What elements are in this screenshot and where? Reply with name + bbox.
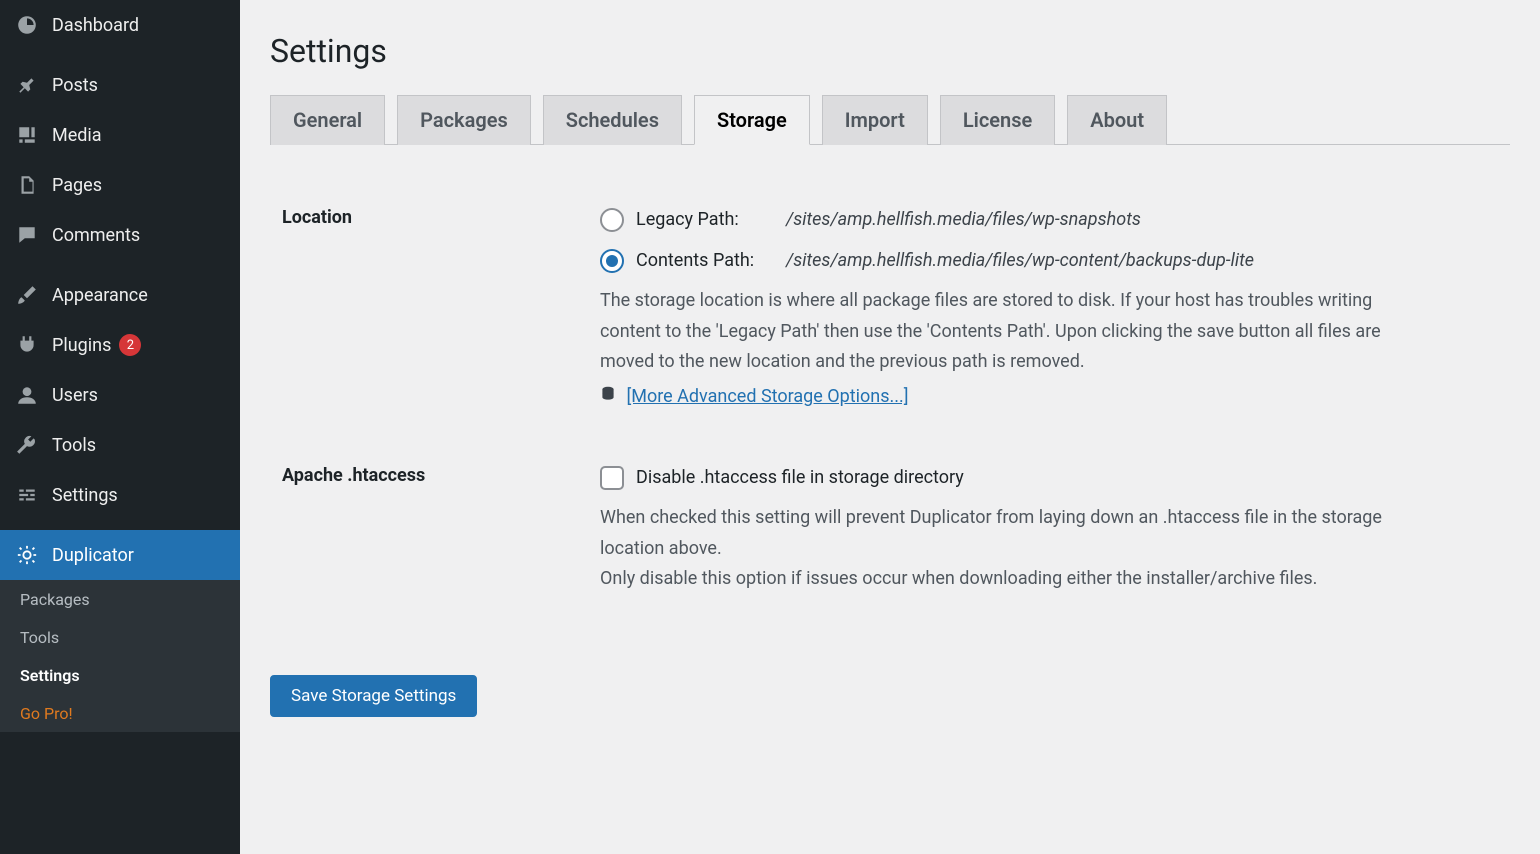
tab-general[interactable]: General [270, 95, 385, 145]
plugin-icon [14, 332, 40, 358]
sidebar-label: Dashboard [52, 15, 139, 36]
sidebar-label: Plugins [52, 335, 111, 356]
location-label: Location [270, 205, 600, 228]
sidebar-item-pages[interactable]: Pages [0, 160, 240, 210]
sidebar-item-dashboard[interactable]: Dashboard [0, 0, 240, 50]
contents-path-value: /sites/amp.hellfish.media/files/wp-conte… [786, 246, 1254, 277]
dashboard-icon [14, 12, 40, 38]
sidebar-item-plugins[interactable]: Plugins 2 [0, 320, 240, 370]
legacy-path-radio[interactable] [600, 208, 624, 232]
legacy-path-label: Legacy Path: [636, 205, 776, 236]
pages-icon [14, 172, 40, 198]
sidebar-sub-settings[interactable]: Settings [0, 656, 240, 694]
plugins-update-badge: 2 [119, 334, 141, 356]
sidebar-sub-packages[interactable]: Packages [0, 580, 240, 618]
sidebar-item-appearance[interactable]: Appearance [0, 270, 240, 320]
duplicator-icon [14, 542, 40, 568]
page-title: Settings [270, 32, 1510, 70]
main-content: Settings General Packages Schedules Stor… [240, 0, 1540, 854]
sidebar-label: Duplicator [52, 545, 134, 566]
sidebar-label: Media [52, 125, 102, 146]
tab-license[interactable]: License [940, 95, 1055, 145]
save-storage-settings-button[interactable]: Save Storage Settings [270, 675, 477, 717]
database-icon [600, 382, 616, 413]
sidebar-sub-tools[interactable]: Tools [0, 618, 240, 656]
htaccess-desc-1: When checked this setting will prevent D… [600, 503, 1420, 564]
user-icon [14, 382, 40, 408]
disable-htaccess-label: Disable .htaccess file in storage direct… [636, 463, 964, 494]
sidebar-item-tools[interactable]: Tools [0, 420, 240, 470]
sidebar-item-media[interactable]: Media [0, 110, 240, 160]
sidebar-item-duplicator[interactable]: Duplicator [0, 530, 240, 580]
sidebar-label: Users [52, 385, 98, 406]
sidebar-label: Posts [52, 75, 98, 96]
location-description: The storage location is where all packag… [600, 286, 1420, 378]
htaccess-label: Apache .htaccess [270, 463, 600, 486]
legacy-path-value: /sites/amp.hellfish.media/files/wp-snaps… [786, 205, 1141, 236]
sidebar-label: Settings [52, 485, 118, 506]
sidebar-label: Pages [52, 175, 102, 196]
contents-path-radio[interactable] [600, 249, 624, 273]
sidebar-item-posts[interactable]: Posts [0, 60, 240, 110]
admin-sidebar: Dashboard Posts Media Pages Comments [0, 0, 240, 854]
brush-icon [14, 282, 40, 308]
tab-import[interactable]: Import [822, 95, 928, 145]
disable-htaccess-checkbox[interactable] [600, 466, 624, 490]
comments-icon [14, 222, 40, 248]
sidebar-item-comments[interactable]: Comments [0, 210, 240, 260]
pin-icon [14, 72, 40, 98]
tab-schedules[interactable]: Schedules [543, 95, 682, 145]
tab-packages[interactable]: Packages [397, 95, 531, 145]
tab-about[interactable]: About [1067, 95, 1167, 145]
sidebar-sub-gopro[interactable]: Go Pro! [0, 694, 240, 732]
contents-path-label: Contents Path: [636, 246, 776, 277]
sidebar-label: Appearance [52, 285, 148, 306]
sidebar-item-settings[interactable]: Settings [0, 470, 240, 520]
media-icon [14, 122, 40, 148]
tab-storage[interactable]: Storage [694, 95, 810, 145]
sidebar-item-users[interactable]: Users [0, 370, 240, 420]
more-storage-options-link[interactable]: [More Advanced Storage Options...] [626, 386, 908, 407]
settings-tabs: General Packages Schedules Storage Impor… [270, 94, 1510, 145]
wrench-icon [14, 432, 40, 458]
sliders-icon [14, 482, 40, 508]
sidebar-label: Comments [52, 225, 140, 246]
sidebar-label: Tools [52, 435, 96, 456]
htaccess-desc-2: Only disable this option if issues occur… [600, 564, 1420, 595]
